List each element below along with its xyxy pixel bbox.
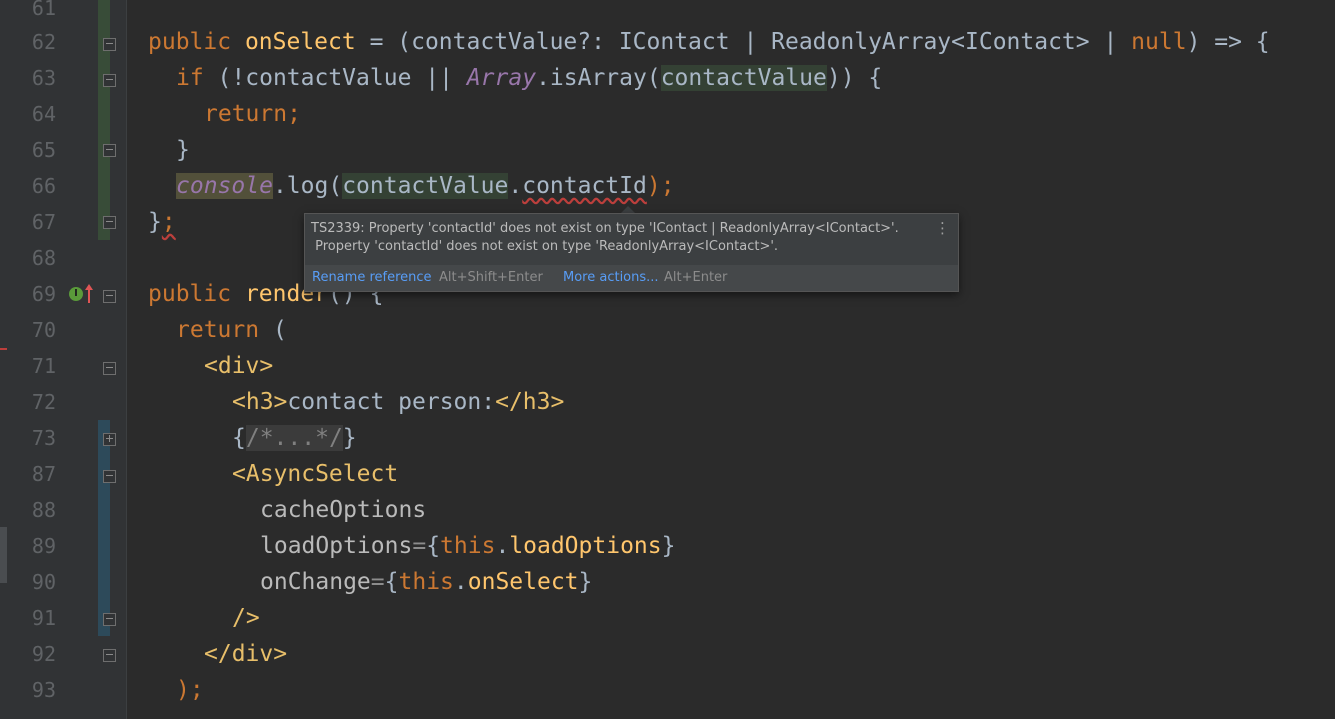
code-text[interactable]: <AsyncSelect	[232, 456, 398, 492]
code-line: 93 );	[0, 672, 1335, 708]
code-text[interactable]: cacheOptions	[260, 492, 426, 528]
line-number: 64	[31, 102, 56, 126]
code-line: 92 </div>	[0, 636, 1335, 672]
code-line: 65 }	[0, 132, 1335, 168]
line-number: 66	[31, 174, 56, 198]
code-text[interactable]: console.log(contactValue.contactId);	[176, 168, 675, 204]
error-token: contactId	[522, 173, 647, 199]
rename-shortcut: Alt+Shift+Enter	[439, 270, 543, 285]
line-number: 70	[31, 318, 56, 342]
rename-reference-link[interactable]: Rename reference	[312, 270, 432, 286]
code-line: 88 cacheOptions	[0, 492, 1335, 528]
line-number: 91	[31, 606, 56, 630]
popup-pointer	[621, 206, 635, 213]
code-line: 89 loadOptions={this.loadOptions}	[0, 528, 1335, 564]
line-number: 67	[31, 210, 56, 234]
error-tooltip: TS2339: Property 'contactId' does not ex…	[304, 213, 959, 292]
code-text[interactable]: <h3>contact person:</h3>	[232, 384, 564, 420]
line-number: 68	[31, 246, 56, 270]
code-text[interactable]: return (	[176, 312, 287, 348]
line-number: 90	[31, 570, 56, 594]
code-line: 63 if (!contactValue || Array.isArray(co…	[0, 60, 1335, 96]
error-message: TS2339: Property 'contactId' does not ex…	[311, 221, 899, 254]
code-text[interactable]: if (!contactValue || Array.isArray(conta…	[176, 60, 882, 96]
code-text[interactable]: loadOptions={this.loadOptions}	[260, 528, 675, 564]
more-actions-link[interactable]: More actions...	[563, 270, 659, 286]
code-text[interactable]: <div>	[204, 348, 273, 384]
code-editor[interactable]: I 61 62 public onSelect = (contactValue?…	[0, 0, 1335, 719]
code-text[interactable]: </div>	[204, 636, 287, 672]
code-line: 61	[0, 0, 1335, 26]
quick-fix-bar: Rename reference Alt+Shift+Enter More ac…	[305, 265, 958, 291]
code-text[interactable]: public onSelect = (contactValue?: IConta…	[148, 24, 1270, 60]
code-line: 87 <AsyncSelect	[0, 456, 1335, 492]
code-line: 73 {/*...*/}	[0, 420, 1335, 456]
line-number: 72	[31, 390, 56, 414]
code-text[interactable]: return;	[204, 96, 301, 132]
code-line: 91 />	[0, 600, 1335, 636]
folded-region[interactable]: /*...*/	[245, 425, 343, 451]
line-number: 73	[31, 426, 56, 450]
more-options-icon[interactable]: ⋮	[935, 219, 950, 237]
code-line: 64 return;	[0, 96, 1335, 132]
code-text[interactable]: }	[176, 132, 190, 168]
line-number: 71	[31, 354, 56, 378]
code-line: 90 onChange={this.onSelect}	[0, 564, 1335, 600]
line-number: 69	[31, 282, 56, 306]
code-line: 72 <h3>contact person:</h3>	[0, 384, 1335, 420]
line-number: 89	[31, 534, 56, 558]
code-text[interactable]: {/*...*/}	[232, 420, 357, 456]
code-text[interactable]: );	[176, 672, 204, 708]
code-text[interactable]: };	[148, 204, 176, 240]
line-number: 92	[31, 642, 56, 666]
code-line: 62 public onSelect = (contactValue?: ICo…	[0, 24, 1335, 60]
code-line: 66 console.log(contactValue.contactId);	[0, 168, 1335, 204]
line-number: 87	[31, 462, 56, 486]
more-actions-shortcut: Alt+Enter	[664, 270, 728, 285]
line-number: 63	[31, 66, 56, 90]
code-text[interactable]: />	[232, 600, 260, 636]
line-number: 65	[31, 138, 56, 162]
code-text[interactable]: onChange={this.onSelect}	[260, 564, 592, 600]
code-line: 71 <div>	[0, 348, 1335, 384]
line-number: 62	[31, 30, 56, 54]
code-line: 70 return (	[0, 312, 1335, 348]
line-number: 88	[31, 498, 56, 522]
line-number: 61	[31, 0, 56, 20]
line-number: 93	[31, 678, 56, 702]
